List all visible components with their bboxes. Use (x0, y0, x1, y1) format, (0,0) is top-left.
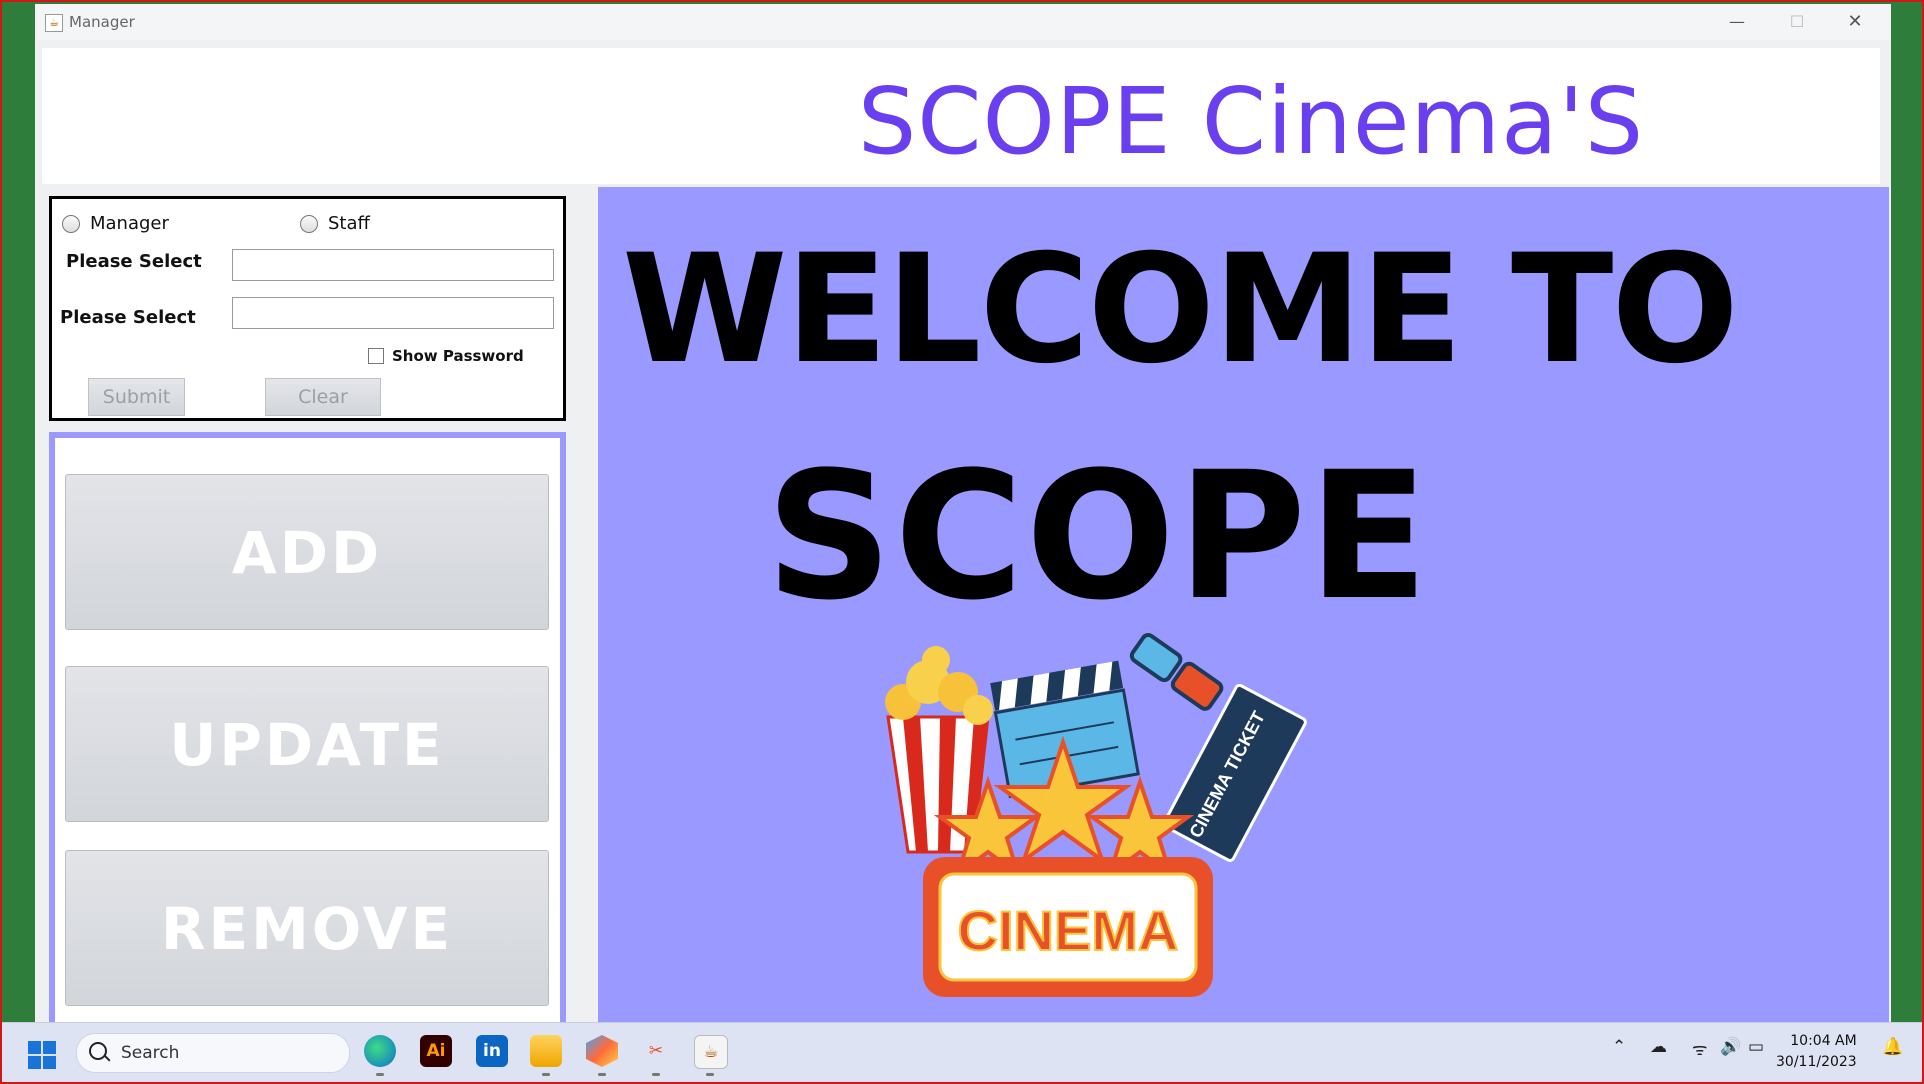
action-panel: ADD UPDATE REMOVE (49, 432, 566, 1022)
edge-icon[interactable] (364, 1035, 396, 1067)
login-panel: Manager Staff Please Select Please Selec… (49, 196, 566, 421)
search-icon (89, 1042, 107, 1060)
show-password-label: Show Password (392, 347, 524, 365)
file-explorer-icon[interactable] (530, 1035, 562, 1067)
welcome-brand: SCOPE (765, 434, 1431, 639)
manager-radio[interactable]: Manager (62, 213, 169, 234)
java-icon[interactable]: ☕ (694, 1035, 728, 1069)
illustrator-icon[interactable]: Ai (420, 1035, 452, 1067)
search-placeholder: Search (121, 1043, 180, 1063)
3d-glasses-icon (1129, 633, 1224, 711)
snipping-tool-icon[interactable]: ✂ (640, 1035, 672, 1067)
onedrive-cloud-icon[interactable]: ☁ (1650, 1037, 1667, 1057)
java-app-icon: ☕ (45, 14, 63, 32)
minimize-button[interactable]: — (1721, 10, 1753, 34)
clear-button[interactable]: Clear (265, 378, 381, 416)
volume-icon[interactable]: 🔊 (1720, 1037, 1741, 1057)
field-2-password-input[interactable] (232, 297, 554, 329)
staff-radio-label: Staff (328, 213, 370, 234)
radio-circle[interactable] (62, 214, 80, 233)
radio-circle[interactable] (300, 214, 318, 233)
notification-bell-icon[interactable]: 🔔 (1882, 1037, 1903, 1057)
svg-text:CINEMA: CINEMA (958, 899, 1179, 962)
linkedin-icon[interactable]: in (476, 1035, 508, 1067)
running-indicator (598, 1073, 606, 1076)
battery-icon[interactable]: ▭ (1748, 1037, 1764, 1057)
show-password-checkbox[interactable]: Show Password (368, 347, 524, 365)
window-title: Manager (69, 13, 135, 31)
taskbar: Search Ai in ✂ ☕ ⌃ ☁ ᯤ 🔊 ▭ 10:04 AM 30/1… (2, 1022, 1922, 1083)
running-indicator (652, 1073, 660, 1076)
taskbar-search[interactable]: Search (76, 1033, 350, 1073)
running-indicator (542, 1073, 550, 1076)
welcome-panel: WELCOME TO SCOPE CINEMA TICKET CINEMA (598, 187, 1889, 1022)
add-button[interactable]: ADD (65, 474, 549, 630)
system-clock[interactable]: 10:04 AM 30/11/2023 (1776, 1031, 1857, 1073)
app-title: SCOPE Cinema'S (857, 68, 1645, 175)
close-button[interactable]: ✕ (1839, 10, 1871, 34)
remove-button[interactable]: REMOVE (65, 850, 549, 1006)
ticket-icon: CINEMA TICKET (1162, 683, 1307, 862)
running-indicator (706, 1073, 714, 1076)
wifi-icon[interactable]: ᯤ (1692, 1037, 1708, 1060)
clock-time: 10:04 AM (1790, 1033, 1857, 1049)
staff-radio[interactable]: Staff (300, 213, 370, 234)
maximize-button[interactable]: ☐ (1781, 10, 1813, 34)
cinema-logo-illustration: CINEMA TICKET CINEMA (885, 633, 1307, 997)
header-panel: SCOPE Cinema'S (42, 48, 1880, 184)
manager-radio-label: Manager (90, 213, 169, 234)
welcome-heading: WELCOME TO (622, 223, 1739, 397)
clock-date: 30/11/2023 (1776, 1054, 1857, 1070)
field-1-input[interactable] (232, 249, 554, 281)
chevron-up-icon[interactable]: ⌃ (1612, 1037, 1626, 1057)
title-bar[interactable]: ☕ Manager — ☐ ✕ (35, 4, 1891, 40)
cinema-sign-icon: CINEMA (923, 857, 1213, 997)
update-button[interactable]: UPDATE (65, 666, 549, 822)
checkbox-box[interactable] (368, 348, 384, 364)
field-2-label: Please Select (60, 307, 196, 328)
submit-button[interactable]: Submit (88, 378, 185, 416)
app-icon[interactable] (586, 1035, 618, 1067)
field-1-label: Please Select (66, 251, 202, 272)
running-indicator (376, 1073, 384, 1076)
windows-start-icon[interactable] (28, 1041, 56, 1069)
manager-window: ☕ Manager — ☐ ✕ SCOPE Cinema'S Manager S… (35, 4, 1891, 1022)
